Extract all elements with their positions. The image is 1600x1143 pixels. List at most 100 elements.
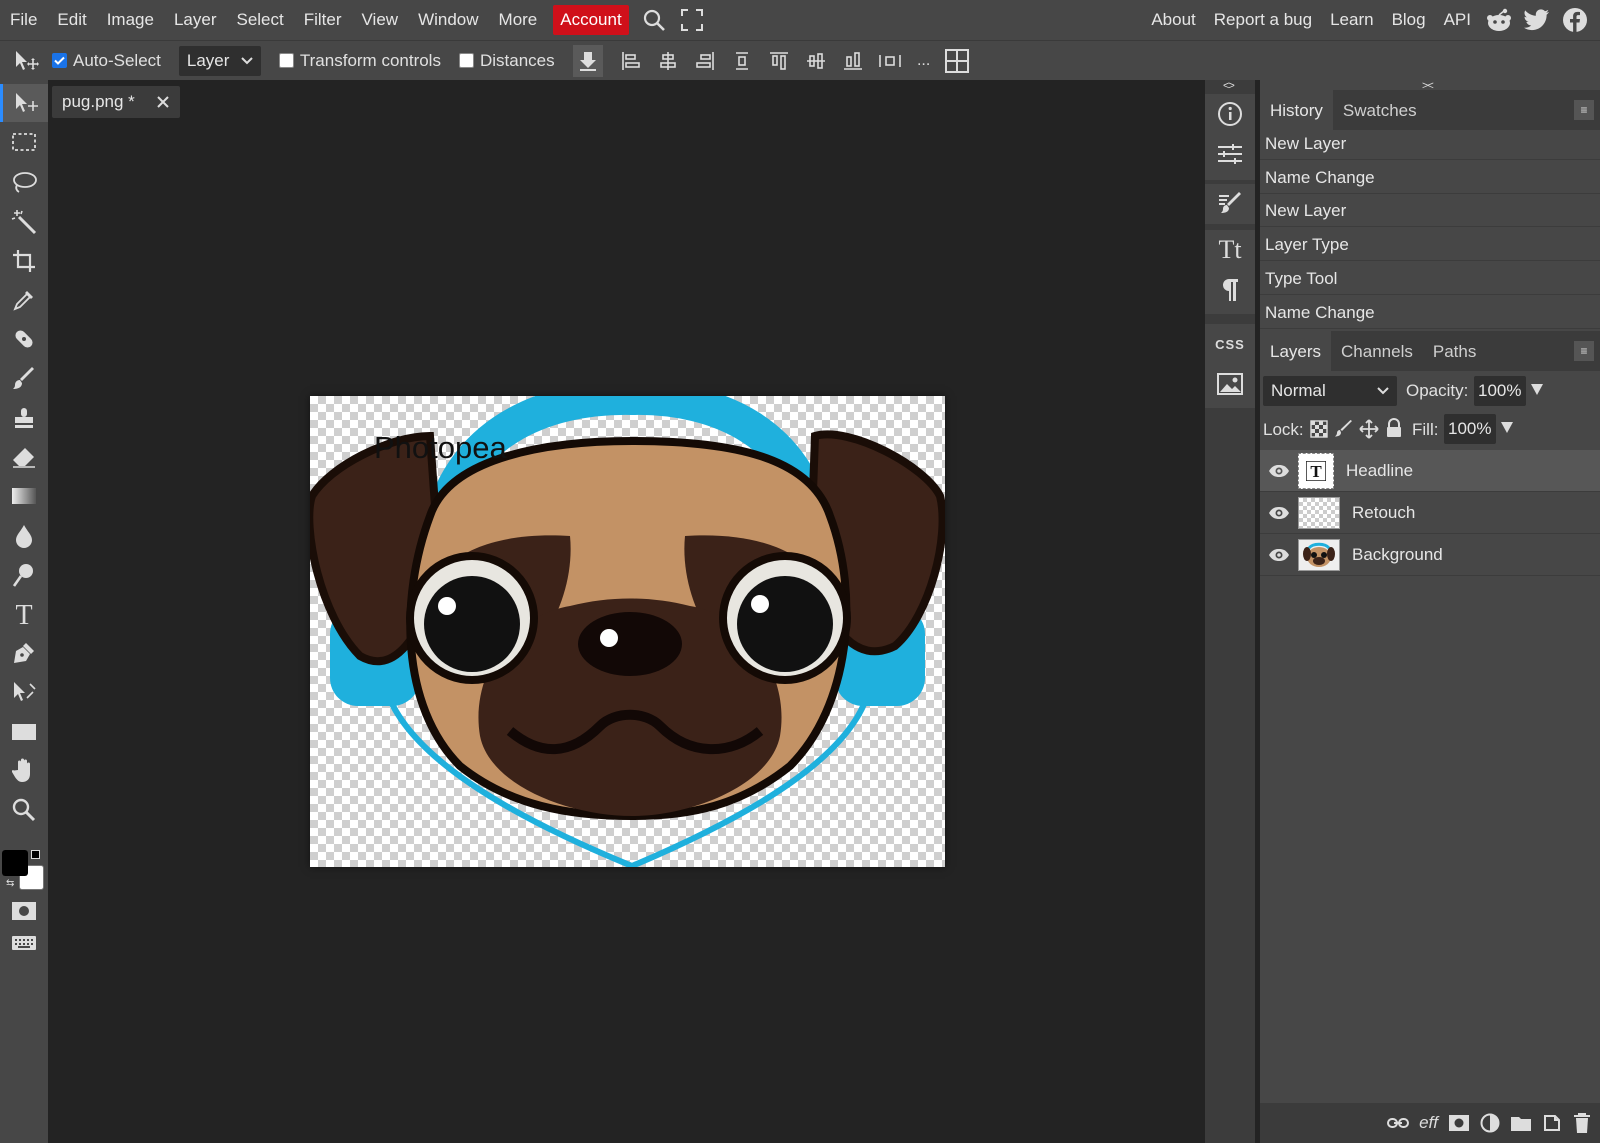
menu-view[interactable]: View: [352, 0, 409, 40]
menu-about[interactable]: About: [1142, 0, 1204, 40]
eyedropper-tool-button[interactable]: [0, 281, 48, 319]
image-icon[interactable]: [1205, 364, 1255, 404]
swap-colors-icon[interactable]: ⇆: [6, 878, 14, 889]
move-tool-button[interactable]: [0, 84, 48, 122]
layer-row-background[interactable]: Background: [1260, 534, 1600, 576]
document-canvas[interactable]: Photopea: [310, 396, 945, 867]
menu-image[interactable]: Image: [97, 0, 164, 40]
healing-tool-button[interactable]: [0, 320, 48, 358]
menu-learn[interactable]: Learn: [1321, 0, 1382, 40]
search-icon[interactable]: [635, 0, 673, 40]
history-panel-menu-icon[interactable]: ≡: [1574, 100, 1594, 120]
align-top-icon[interactable]: [761, 41, 798, 81]
auto-select-check-box[interactable]: [52, 53, 67, 68]
grid-icon[interactable]: [939, 41, 976, 81]
facebook-icon[interactable]: [1556, 0, 1594, 40]
reddit-icon[interactable]: [1480, 0, 1518, 40]
distances-check-box[interactable]: [458, 53, 474, 68]
eye-icon[interactable]: [1260, 548, 1298, 562]
lock-transparency-icon[interactable]: [1310, 420, 1328, 438]
zoom-tool-button[interactable]: [0, 791, 48, 829]
delete-layer-icon[interactable]: [1572, 1112, 1592, 1134]
align-middle-icon[interactable]: [798, 41, 835, 81]
auto-select-checkbox[interactable]: Auto-Select: [52, 51, 161, 71]
canvas-headline-text[interactable]: Photopea: [374, 430, 507, 466]
distances-checkbox[interactable]: Distances: [458, 51, 555, 71]
layers-panel-menu-icon[interactable]: ≡: [1574, 341, 1594, 361]
menu-edit[interactable]: Edit: [47, 0, 96, 40]
menu-select[interactable]: Select: [226, 0, 293, 40]
history-item[interactable]: Name Change: [1260, 161, 1600, 194]
lock-position-icon[interactable]: [1359, 419, 1379, 439]
document-tab[interactable]: pug.png *: [52, 86, 180, 118]
tab-channels[interactable]: Channels: [1331, 331, 1423, 371]
move-tool-icon[interactable]: [0, 41, 52, 81]
fill-dropdown-icon[interactable]: [1500, 420, 1514, 434]
brush-settings-icon[interactable]: [1205, 184, 1255, 224]
lock-pixels-icon[interactable]: [1335, 420, 1353, 438]
type-tool-button[interactable]: T: [0, 595, 48, 633]
expand-panels-icon[interactable]: <>: [1223, 80, 1235, 92]
stamp-tool-button[interactable]: [0, 399, 48, 437]
history-item[interactable]: Name Change: [1260, 296, 1600, 329]
transform-controls-check-box[interactable]: [278, 53, 294, 68]
eye-icon[interactable]: [1260, 464, 1298, 478]
history-item[interactable]: Layer Type: [1260, 228, 1600, 261]
new-layer-icon[interactable]: [1542, 1113, 1562, 1133]
layer-effects-icon[interactable]: eff: [1419, 1113, 1438, 1133]
brush-tool-button[interactable]: [0, 360, 48, 398]
paragraph-icon[interactable]: [1205, 270, 1255, 310]
css-button[interactable]: CSS: [1205, 324, 1255, 364]
magic-wand-tool-button[interactable]: [0, 203, 48, 241]
info-icon[interactable]: [1205, 94, 1255, 134]
account-button[interactable]: Account: [553, 5, 629, 35]
link-layers-icon[interactable]: [1387, 1116, 1410, 1130]
hand-tool-button[interactable]: [0, 752, 48, 790]
history-item[interactable]: New Layer: [1260, 194, 1600, 227]
lasso-tool-button[interactable]: [0, 164, 48, 202]
keyboard-button[interactable]: [0, 924, 48, 962]
character-icon[interactable]: Tt: [1205, 230, 1255, 270]
close-icon[interactable]: [156, 95, 170, 109]
menu-report-bug[interactable]: Report a bug: [1205, 0, 1321, 40]
menu-window[interactable]: Window: [408, 0, 488, 40]
more-options-button[interactable]: ...: [909, 41, 939, 81]
path-select-tool-button[interactable]: [0, 673, 48, 711]
tab-layers[interactable]: Layers: [1260, 331, 1332, 371]
adjustment-layer-icon[interactable]: [1480, 1113, 1500, 1133]
align-left-icon[interactable]: [613, 41, 650, 81]
eraser-tool-button[interactable]: [0, 438, 48, 476]
fill-input[interactable]: 100%: [1444, 414, 1496, 444]
align-center-h-icon[interactable]: [650, 41, 687, 81]
add-mask-icon[interactable]: [1448, 1114, 1470, 1132]
gradient-tool-button[interactable]: [0, 477, 48, 515]
marquee-tool-button[interactable]: [0, 124, 48, 162]
pen-tool-button[interactable]: [0, 634, 48, 672]
menu-api[interactable]: API: [1435, 0, 1480, 40]
tab-swatches[interactable]: Swatches: [1333, 90, 1427, 130]
align-bottom-icon[interactable]: [835, 41, 872, 81]
history-item[interactable]: New Layer: [1260, 127, 1600, 160]
history-item[interactable]: Type Tool: [1260, 262, 1600, 295]
blend-mode-select[interactable]: Normal: [1263, 376, 1397, 406]
dodge-tool-button[interactable]: [0, 556, 48, 594]
fullscreen-icon[interactable]: [673, 0, 711, 40]
lock-all-icon[interactable]: [1385, 418, 1403, 438]
menu-file[interactable]: File: [0, 0, 47, 40]
menu-more[interactable]: More: [489, 0, 548, 40]
crop-tool-button[interactable]: [0, 242, 48, 280]
distribute-v-icon[interactable]: [724, 41, 761, 81]
auto-select-target-select[interactable]: Layer: [178, 45, 261, 76]
new-group-icon[interactable]: [1510, 1114, 1532, 1132]
rectangle-tool-button[interactable]: [0, 713, 48, 751]
layer-row-retouch[interactable]: Retouch: [1260, 492, 1600, 534]
align-right-icon[interactable]: [687, 41, 724, 81]
tab-history[interactable]: History: [1260, 90, 1333, 130]
menu-blog[interactable]: Blog: [1383, 0, 1435, 40]
tab-paths[interactable]: Paths: [1423, 331, 1486, 371]
twitter-icon[interactable]: [1518, 0, 1556, 40]
menu-filter[interactable]: Filter: [294, 0, 352, 40]
default-colors-icon[interactable]: [31, 850, 40, 859]
blur-tool-button[interactable]: [0, 517, 48, 555]
opacity-input[interactable]: 100%: [1474, 376, 1526, 406]
